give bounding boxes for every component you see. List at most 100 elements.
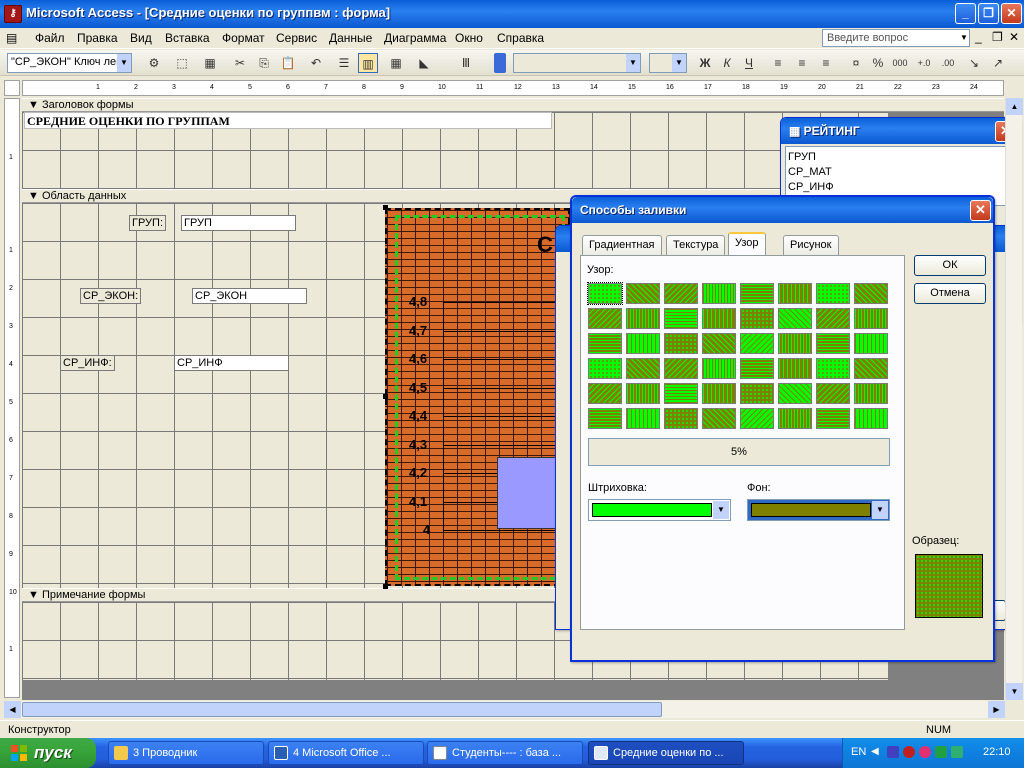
fill-close-button[interactable]: ✕ <box>970 200 991 221</box>
minimize-button[interactable]: _ <box>955 3 976 24</box>
pattern-swatch[interactable] <box>664 383 698 404</box>
pattern-swatch[interactable] <box>587 282 623 305</box>
pattern-swatch[interactable] <box>816 408 850 429</box>
copy-icon[interactable]: ⎘ <box>254 53 274 73</box>
align-left-icon[interactable]: ≡ <box>768 53 788 73</box>
tray-app-icon[interactable] <box>919 746 931 758</box>
clock[interactable]: 22:10 <box>983 746 1011 758</box>
angle-text-up-icon[interactable]: ↗ <box>988 53 1008 73</box>
mdi-restore-button[interactable]: ❐ <box>992 30 1003 44</box>
pattern-swatch[interactable] <box>778 383 812 404</box>
start-button[interactable]: пуск <box>0 738 96 768</box>
pattern-swatch[interactable] <box>778 408 812 429</box>
by-row-icon[interactable]: ☰ <box>334 53 354 73</box>
pattern-swatch[interactable] <box>588 333 622 354</box>
chart-object[interactable]: С 4,8 4,7 4,6 4,5 4,4 4,3 4,2 4,1 4 <box>385 208 570 586</box>
menu-edit[interactable]: Правка <box>77 31 118 45</box>
fill-effects-dialog[interactable]: Способы заливки ✕ Градиентная Текстура У… <box>570 195 995 662</box>
paste-icon[interactable]: 📋 <box>278 53 298 73</box>
scroll-thumb[interactable] <box>22 702 662 717</box>
pattern-swatch[interactable] <box>816 333 850 354</box>
tray-eye-icon[interactable] <box>935 746 947 758</box>
mdi-close-button[interactable]: ✕ <box>1009 30 1019 44</box>
pattern-swatch[interactable] <box>778 283 812 304</box>
chart-type-icon[interactable]: ◣ <box>414 53 434 73</box>
undo-icon[interactable]: ↶ <box>306 53 326 73</box>
pattern-swatch[interactable] <box>588 358 622 379</box>
angle-text-down-icon[interactable]: ↘ <box>964 53 984 73</box>
access-key-icon[interactable]: ⚷ <box>4 5 22 23</box>
decrease-decimal-icon[interactable]: .00 <box>938 53 958 73</box>
data-table-icon[interactable]: ▦ <box>386 53 406 73</box>
align-right-icon[interactable]: ≡ <box>816 53 836 73</box>
selection-handle[interactable] <box>383 205 388 210</box>
task-database[interactable]: Студенты---- : база ... <box>427 741 583 765</box>
percent-button[interactable]: % <box>868 53 888 73</box>
currency-icon[interactable]: ¤ <box>846 53 866 73</box>
label-sr-inf[interactable]: СР_ИНФ: <box>60 355 115 371</box>
label-sr-ekon[interactable]: СР_ЭКОН: <box>80 288 142 304</box>
pattern-swatch[interactable] <box>854 383 888 404</box>
menu-window[interactable]: Окно <box>455 31 483 45</box>
chart-title[interactable]: С <box>537 232 553 258</box>
mdi-minimize-button[interactable]: _ <box>975 30 982 44</box>
menu-format[interactable]: Формат <box>222 31 265 45</box>
scroll-down-icon[interactable]: ▼ <box>1006 683 1023 700</box>
toolbar-options-icon[interactable] <box>494 53 506 73</box>
pattern-swatch[interactable] <box>854 333 888 354</box>
pattern-swatch[interactable] <box>664 408 698 429</box>
close-button[interactable]: ✕ <box>1001 3 1022 24</box>
vertical-scrollbar[interactable]: ▲ ▼ <box>1005 98 1023 700</box>
pattern-swatch[interactable] <box>778 308 812 329</box>
background-color-select[interactable]: ▼ <box>747 499 890 521</box>
pattern-swatch[interactable] <box>702 383 736 404</box>
fill-dialog-title[interactable]: Способы заливки <box>572 197 993 223</box>
language-indicator[interactable]: EN <box>851 746 866 758</box>
tab-gradient[interactable]: Градиентная <box>582 235 662 255</box>
pattern-swatch[interactable] <box>854 408 888 429</box>
cut-icon[interactable]: ✂ <box>230 53 250 73</box>
pattern-swatch[interactable] <box>740 283 774 304</box>
pattern-swatch[interactable] <box>816 383 850 404</box>
list-item[interactable]: ГРУП <box>788 150 1012 165</box>
by-column-icon[interactable]: ▥ <box>358 53 378 73</box>
object-combo[interactable]: "СР_ЭКОН" Ключ леге ▼ <box>7 53 132 73</box>
italic-button[interactable]: К <box>717 53 737 73</box>
menu-file[interactable]: Файл <box>35 31 65 45</box>
pattern-swatch[interactable] <box>588 408 622 429</box>
underline-button[interactable]: Ч <box>739 53 759 73</box>
pattern-swatch[interactable] <box>664 333 698 354</box>
pattern-swatch[interactable] <box>702 408 736 429</box>
pattern-swatch[interactable] <box>626 308 660 329</box>
task-word[interactable]: 4 Microsoft Office ... <box>268 741 424 765</box>
pattern-swatch[interactable] <box>626 408 660 429</box>
network-icon[interactable] <box>887 746 899 758</box>
pattern-swatch[interactable] <box>740 383 774 404</box>
horizontal-ruler[interactable]: 1234567891011121314151617181920212223242… <box>22 80 1004 96</box>
help-search-input[interactable]: Введите вопрос <box>822 29 970 47</box>
font-size-combo[interactable]: ▼ <box>649 53 687 73</box>
pattern-swatch[interactable] <box>740 408 774 429</box>
field-sr-inf[interactable]: СР_ИНФ <box>174 355 289 371</box>
antivirus-icon[interactable] <box>903 746 915 758</box>
ok-button[interactable]: ОК <box>914 255 986 276</box>
pattern-swatch[interactable] <box>702 283 736 304</box>
pattern-swatch[interactable] <box>854 283 888 304</box>
cancel-button[interactable]: Отмена <box>914 283 986 304</box>
menu-tools[interactable]: Сервис <box>276 31 317 45</box>
format-object-icon[interactable]: ⚙ <box>144 53 164 73</box>
scroll-up-icon[interactable]: ▲ <box>1006 98 1023 115</box>
pattern-swatch[interactable] <box>702 308 736 329</box>
pattern-swatch[interactable] <box>854 308 888 329</box>
tray-monitor-icon[interactable] <box>951 746 963 758</box>
title-bar[interactable]: ⚷ Microsoft Access - [Средние оценки по … <box>0 0 1024 28</box>
gridlines-icon[interactable]: Ⅲ <box>456 53 476 73</box>
vertical-ruler[interactable]: 1 1 2 3 4 5 6 7 8 9 10 1 <box>4 98 20 698</box>
menu-data[interactable]: Данные <box>329 31 372 45</box>
pattern-swatch[interactable] <box>778 333 812 354</box>
chevron-down-icon[interactable]: ▼ <box>960 33 968 42</box>
pattern-swatch[interactable] <box>702 333 736 354</box>
list-item[interactable]: СР_МАТ <box>788 165 1012 180</box>
menu-view[interactable]: Вид <box>130 31 152 45</box>
list-item[interactable]: СР_ИНФ <box>788 180 1012 195</box>
